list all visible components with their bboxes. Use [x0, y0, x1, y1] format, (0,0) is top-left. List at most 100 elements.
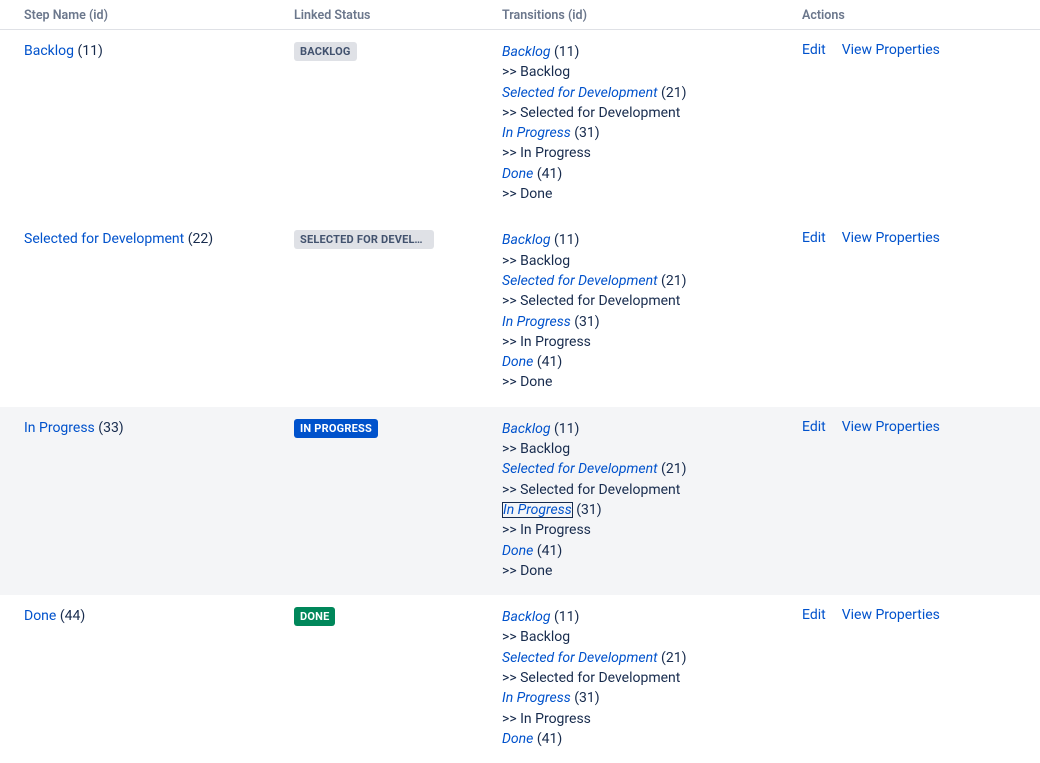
step-id: (11): [78, 43, 103, 59]
transition-link[interactable]: Backlog: [502, 232, 551, 248]
col-header-transitions: Transitions (id): [494, 0, 778, 30]
table-row: In Progress (33)IN PROGRESSBacklog (11)>…: [0, 407, 1040, 595]
step-name-link[interactable]: In Progress: [24, 420, 95, 436]
transition-link[interactable]: Done: [502, 731, 533, 747]
step-id: (22): [188, 231, 213, 247]
transition-id: (31): [574, 125, 599, 141]
transition-link[interactable]: In Progress: [502, 125, 571, 141]
edit-link[interactable]: Edit: [802, 230, 826, 246]
table-row: Done (44)DONEBacklog (11)>> BacklogSelec…: [0, 595, 1040, 763]
transitions-cell: Backlog (11)>> BacklogSelected for Devel…: [494, 30, 778, 219]
transition-target: >> Done: [502, 372, 770, 392]
transition-link[interactable]: Done: [502, 354, 533, 370]
edit-link[interactable]: Edit: [802, 419, 826, 435]
transition-id: (31): [576, 502, 601, 518]
transition-target: >> Selected for Development: [502, 291, 770, 311]
transition-target: >> Backlog: [502, 627, 770, 647]
col-header-linked-status: Linked Status: [286, 0, 494, 30]
transition-line: Done (41): [502, 352, 770, 372]
transition-target: >> Done: [502, 184, 770, 204]
actions-cell: Edit View Properties: [778, 407, 1040, 595]
transition-line: Done (41): [502, 164, 770, 184]
transition-line: Backlog (11): [502, 607, 770, 627]
actions-cell: Edit View Properties: [778, 30, 1040, 219]
transition-link[interactable]: Selected for Development: [502, 461, 658, 477]
transition-id: (21): [661, 85, 686, 101]
transition-link[interactable]: Backlog: [502, 609, 551, 625]
actions-cell: Edit View Properties: [778, 218, 1040, 406]
status-lozenge: BACKLOG: [294, 42, 357, 61]
transition-link[interactable]: Done: [502, 543, 533, 559]
transition-line: Backlog (11): [502, 42, 770, 62]
transitions-cell: Backlog (11)>> BacklogSelected for Devel…: [494, 407, 778, 595]
transition-link[interactable]: In Progress: [502, 314, 571, 330]
step-cell: Selected for Development (22): [0, 218, 286, 406]
transition-id: (21): [661, 273, 686, 289]
view-properties-link[interactable]: View Properties: [842, 607, 940, 623]
col-header-actions: Actions: [778, 0, 1040, 30]
edit-link[interactable]: Edit: [802, 42, 826, 58]
transition-target: >> In Progress: [502, 520, 770, 540]
transition-line: Selected for Development (21): [502, 83, 770, 103]
workflow-steps-table: Step Name (id) Linked Status Transitions…: [0, 0, 1040, 763]
table-row: Backlog (11)BACKLOGBacklog (11)>> Backlo…: [0, 30, 1040, 219]
transition-id: (41): [537, 731, 562, 747]
transition-target: >> In Progress: [502, 332, 770, 352]
table-header-row: Step Name (id) Linked Status Transitions…: [0, 0, 1040, 30]
step-cell: Done (44): [0, 595, 286, 763]
transition-line: Selected for Development (21): [502, 648, 770, 668]
transition-link[interactable]: Backlog: [502, 44, 551, 60]
edit-link[interactable]: Edit: [802, 607, 826, 623]
transition-id: (41): [537, 543, 562, 559]
transition-target: >> Selected for Development: [502, 103, 770, 123]
transition-line: Done (41): [502, 541, 770, 561]
transition-id: (11): [554, 421, 579, 437]
transition-id: (31): [574, 314, 599, 330]
transition-id: (21): [661, 650, 686, 666]
view-properties-link[interactable]: View Properties: [842, 230, 940, 246]
transition-line: In Progress (31): [502, 688, 770, 708]
status-lozenge: IN PROGRESS: [294, 419, 378, 438]
transition-link[interactable]: In Progress: [502, 690, 571, 706]
transition-target: >> In Progress: [502, 143, 770, 163]
step-cell: In Progress (33): [0, 407, 286, 595]
linked-status-cell: IN PROGRESS: [286, 407, 494, 595]
step-name-link[interactable]: Backlog: [24, 43, 74, 59]
transition-link[interactable]: In Progress: [502, 502, 573, 518]
transition-target: >> In Progress: [502, 709, 770, 729]
status-lozenge: SELECTED FOR DEVELOPMENT: [294, 230, 434, 249]
transition-target: >> Selected for Development: [502, 480, 770, 500]
linked-status-cell: SELECTED FOR DEVELOPMENT: [286, 218, 494, 406]
actions-cell: Edit View Properties: [778, 595, 1040, 763]
step-name-link[interactable]: Done: [24, 608, 56, 624]
transition-target: >> Backlog: [502, 62, 770, 82]
linked-status-cell: BACKLOG: [286, 30, 494, 219]
transition-line: Backlog (11): [502, 230, 770, 250]
transition-link[interactable]: Selected for Development: [502, 650, 658, 666]
transition-line: In Progress (31): [502, 312, 770, 332]
transition-id: (31): [574, 690, 599, 706]
transitions-cell: Backlog (11)>> BacklogSelected for Devel…: [494, 218, 778, 406]
transition-link[interactable]: Selected for Development: [502, 273, 658, 289]
transition-id: (41): [537, 166, 562, 182]
transitions-cell: Backlog (11)>> BacklogSelected for Devel…: [494, 595, 778, 763]
transition-target: >> Backlog: [502, 251, 770, 271]
step-name-link[interactable]: Selected for Development: [24, 231, 184, 247]
transition-line: Selected for Development (21): [502, 271, 770, 291]
step-cell: Backlog (11): [0, 30, 286, 219]
table-row: Selected for Development (22) SELECTED FO…: [0, 218, 1040, 406]
transition-link[interactable]: Selected for Development: [502, 85, 658, 101]
transition-id: (11): [554, 609, 579, 625]
transition-link[interactable]: Backlog: [502, 421, 551, 437]
transition-line: In Progress (31): [502, 500, 770, 520]
transition-id: (11): [554, 232, 579, 248]
view-properties-link[interactable]: View Properties: [842, 419, 940, 435]
transition-line: Selected for Development (21): [502, 459, 770, 479]
transition-target: >> Selected for Development: [502, 668, 770, 688]
transition-target: >> Backlog: [502, 439, 770, 459]
transition-id: (21): [661, 461, 686, 477]
transition-line: Backlog (11): [502, 419, 770, 439]
view-properties-link[interactable]: View Properties: [842, 42, 940, 58]
transition-link[interactable]: Done: [502, 166, 533, 182]
step-id: (33): [98, 420, 123, 436]
